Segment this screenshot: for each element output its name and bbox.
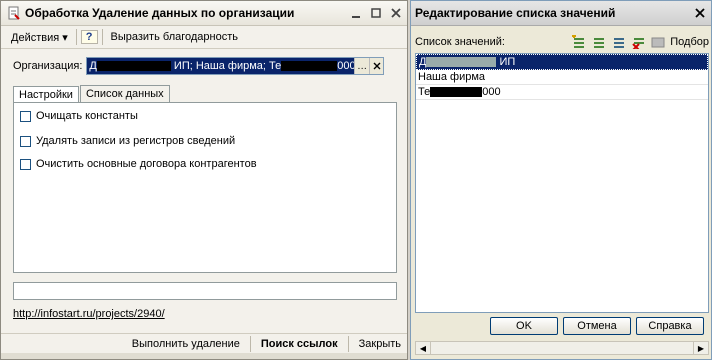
- redaction: [96, 61, 171, 72]
- help-button[interactable]: Справка: [636, 317, 704, 335]
- value-list-editor-window: Редактирование списка значений Список зн…: [410, 0, 712, 360]
- tab-settings[interactable]: Настройки: [13, 86, 79, 103]
- checkbox[interactable]: [20, 135, 31, 147]
- search-links-button[interactable]: Поиск ссылок: [255, 338, 344, 350]
- clear-icon: [373, 62, 381, 70]
- option-clear-main-contracts[interactable]: Очистить основные договора контрагентов: [20, 158, 257, 170]
- actions-menu-label: Действия: [11, 31, 60, 44]
- organization-field[interactable]: Д ИП; Наша фирма; Те 000 …: [86, 57, 385, 75]
- list-label: Список значений:: [415, 36, 505, 48]
- document-icon: [8, 6, 20, 20]
- status-field: [13, 282, 397, 300]
- checkbox[interactable]: [20, 158, 31, 170]
- list-item[interactable]: Те 000: [416, 85, 708, 100]
- actions-menu[interactable]: Действия ▾: [7, 29, 72, 46]
- ok-button[interactable]: OK: [490, 317, 558, 335]
- cancel-button[interactable]: Отмена: [563, 317, 631, 335]
- option-delete-register-records[interactable]: Удалять записи из регистров сведений: [20, 135, 235, 147]
- delete-item-icon[interactable]: [630, 34, 646, 50]
- list-item-text: Те: [418, 86, 431, 98]
- title-bar: Редактирование списка значений: [411, 1, 711, 26]
- settings-panel: Очищать константы Удалять записи из реги…: [13, 102, 397, 273]
- status-strip: [1, 353, 407, 359]
- close-icon: [695, 8, 705, 18]
- scroll-track[interactable]: [431, 342, 693, 354]
- processing-window: Обработка Удаление данных по организации…: [0, 0, 408, 360]
- list-toolbar: Список значений: Подбор: [415, 33, 709, 51]
- window-title: Редактирование списка значений: [415, 6, 616, 20]
- add-item-icon[interactable]: [570, 34, 586, 50]
- scroll-right-icon[interactable]: ▶: [693, 342, 708, 354]
- option-label: Очищать константы: [36, 110, 138, 122]
- list-item[interactable]: Д ИП: [416, 54, 708, 70]
- grid-icon[interactable]: [650, 34, 666, 50]
- list-item[interactable]: Наша фирма: [416, 70, 708, 85]
- organization-row: Организация: Д ИП; Наша фирма; Те 000 …: [13, 57, 385, 75]
- separator: [249, 336, 251, 352]
- separator: [347, 336, 349, 352]
- separator: [75, 29, 77, 45]
- organization-value-text: ИП; Наша фирма; Те: [173, 60, 282, 72]
- tab-data-list[interactable]: Список данных: [79, 85, 170, 102]
- list-item-suffix: 000: [482, 86, 501, 98]
- separator: [101, 29, 103, 45]
- close-button[interactable]: [387, 4, 405, 22]
- minimize-button[interactable]: [347, 4, 365, 22]
- tabs: Настройки Список данных: [13, 85, 171, 103]
- scroll-left-icon[interactable]: ◀: [416, 342, 431, 354]
- close-window-button[interactable]: Закрыть: [353, 338, 407, 350]
- help-button[interactable]: ?: [80, 30, 98, 44]
- run-delete-button[interactable]: Выполнить удаление: [126, 338, 246, 350]
- option-label: Очистить основные договора контрагентов: [36, 158, 257, 170]
- dialog-buttons: OK Отмена Справка: [485, 317, 704, 335]
- app-icon: [5, 4, 23, 22]
- redaction: [426, 57, 497, 68]
- select-button[interactable]: …: [354, 58, 369, 74]
- infostart-link[interactable]: http://infostart.ru/projects/2940/: [13, 308, 165, 320]
- window-title: Обработка Удаление данных по организации: [25, 6, 295, 20]
- maximize-button[interactable]: [367, 4, 385, 22]
- copy-item-icon[interactable]: [610, 34, 626, 50]
- organization-value: Д ИП; Наша фирма; Те 000: [87, 58, 355, 74]
- close-button[interactable]: [691, 4, 709, 22]
- option-clear-constants[interactable]: Очищать константы: [20, 110, 138, 122]
- option-label: Удалять записи из регистров сведений: [36, 135, 236, 147]
- bottom-toolbar: Выполнить удаление Поиск ссылок Закрыть: [1, 333, 407, 354]
- value-list[interactable]: Д ИП Наша фирма Те 000: [415, 53, 709, 313]
- redaction: [281, 61, 338, 72]
- clear-button[interactable]: [368, 58, 384, 74]
- checkbox[interactable]: [20, 110, 31, 122]
- menu-bar: Действия ▾ ? Выразить благодарность: [1, 26, 407, 49]
- organization-value-tail: 000: [337, 60, 355, 72]
- title-bar: Обработка Удаление данных по организации: [1, 1, 407, 26]
- pick-button[interactable]: Подбор: [670, 36, 709, 48]
- insert-item-icon[interactable]: [590, 34, 606, 50]
- redaction: [430, 87, 483, 98]
- thanks-button[interactable]: Выразить благодарность: [107, 29, 242, 45]
- list-item-text: Наша фирма: [418, 71, 486, 83]
- horizontal-scrollbar[interactable]: ◀ ▶: [415, 341, 709, 355]
- list-item-text: ИП: [499, 56, 516, 68]
- close-icon: [391, 8, 401, 18]
- organization-label: Организация:: [13, 60, 83, 72]
